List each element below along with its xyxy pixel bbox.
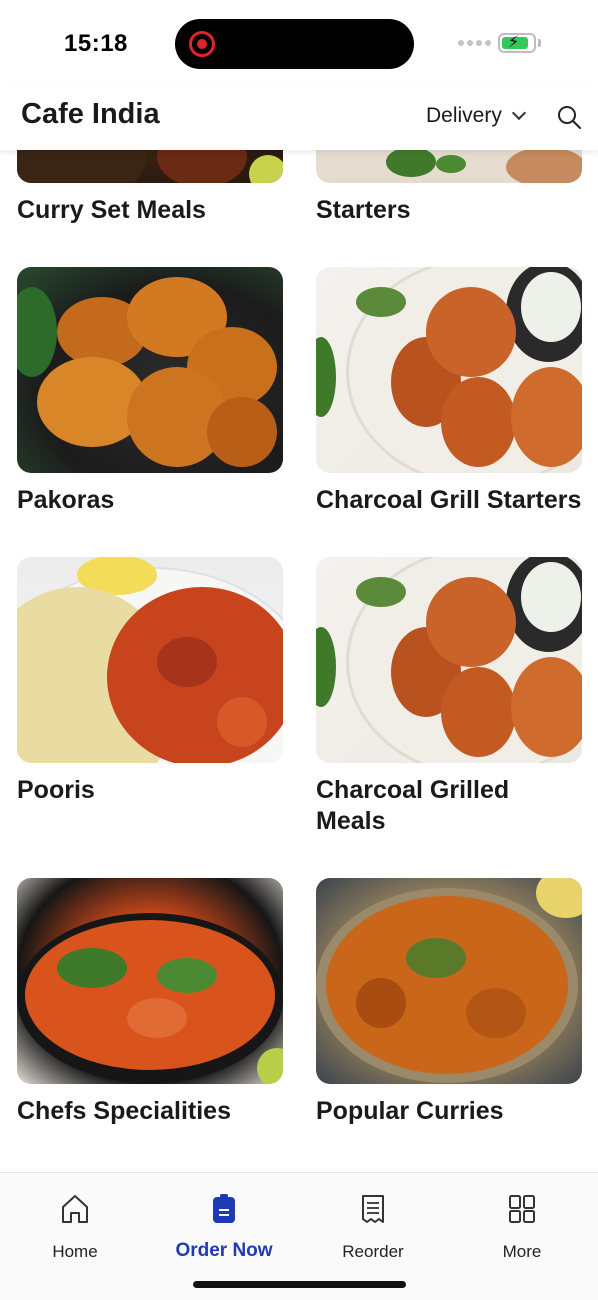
category-card-popular-curries[interactable]: Popular Curries: [316, 878, 582, 1127]
category-card-pooris[interactable]: Pooris: [17, 557, 283, 806]
page-title: Cafe India: [21, 98, 160, 130]
nav-item-reorder[interactable]: Reorder: [298, 1193, 448, 1262]
category-label: Charcoal Grill Starters: [316, 486, 582, 514]
delivery-mode-label: Delivery: [426, 104, 502, 127]
category-card-curry-set-meals[interactable]: Curry Set Meals: [17, 150, 283, 226]
grid-icon: [509, 1195, 535, 1223]
category-label: Starters: [316, 196, 411, 224]
category-card-starters[interactable]: Starters: [316, 150, 582, 226]
home-icon: [62, 1195, 88, 1223]
category-image: [17, 267, 283, 473]
battery-tip: [538, 39, 541, 47]
category-card-pakoras[interactable]: Pakoras: [17, 267, 283, 516]
category-label: Pakoras: [17, 486, 115, 514]
category-image: [17, 557, 283, 763]
nav-label: Order Now: [175, 1240, 273, 1261]
nav-item-home[interactable]: Home: [0, 1193, 150, 1262]
category-image: [17, 878, 283, 1084]
category-image: [17, 150, 283, 183]
category-image: [316, 557, 582, 763]
delivery-mode-dropdown[interactable]: Delivery: [426, 104, 526, 128]
category-image: [316, 150, 582, 183]
category-card-charcoal-grilled-meals[interactable]: Charcoal Grilled Meals: [316, 557, 582, 837]
category-image: [316, 267, 582, 473]
signal-icon: [458, 40, 491, 46]
battery-icon: ⚡: [498, 33, 536, 53]
category-label: Chefs Specialities: [17, 1097, 231, 1125]
nav-label: Home: [52, 1242, 98, 1261]
category-card-charcoal-grill-starters[interactable]: Charcoal Grill Starters: [316, 267, 582, 516]
chevron-down-icon: [511, 105, 526, 121]
nav-label: More: [502, 1242, 542, 1261]
category-image: [316, 878, 582, 1084]
app-header: Cafe India Delivery: [0, 84, 598, 150]
category-label: Pooris: [17, 776, 95, 804]
category-card-chefs-specialities[interactable]: Chefs Specialities: [17, 878, 283, 1127]
order-icon: [213, 1194, 235, 1223]
receipt-icon: [362, 1195, 384, 1223]
recording-icon: [189, 31, 215, 57]
search-icon[interactable]: [556, 104, 582, 130]
nav-label: Reorder: [342, 1242, 404, 1261]
category-label: Charcoal Grilled Meals: [316, 776, 510, 835]
status-time: 15:18: [64, 30, 128, 57]
nav-item-order-now[interactable]: Order Now: [149, 1193, 299, 1262]
home-indicator[interactable]: [193, 1281, 406, 1288]
status-bar: 15:18 ⚡: [0, 0, 598, 84]
nav-item-more[interactable]: More: [447, 1193, 597, 1262]
category-grid[interactable]: Curry Set Meals Starters Pakoras Charcoa…: [0, 150, 598, 1172]
category-label: Curry Set Meals: [17, 196, 206, 224]
dynamic-island: [175, 19, 414, 69]
category-label: Popular Curries: [316, 1097, 504, 1125]
